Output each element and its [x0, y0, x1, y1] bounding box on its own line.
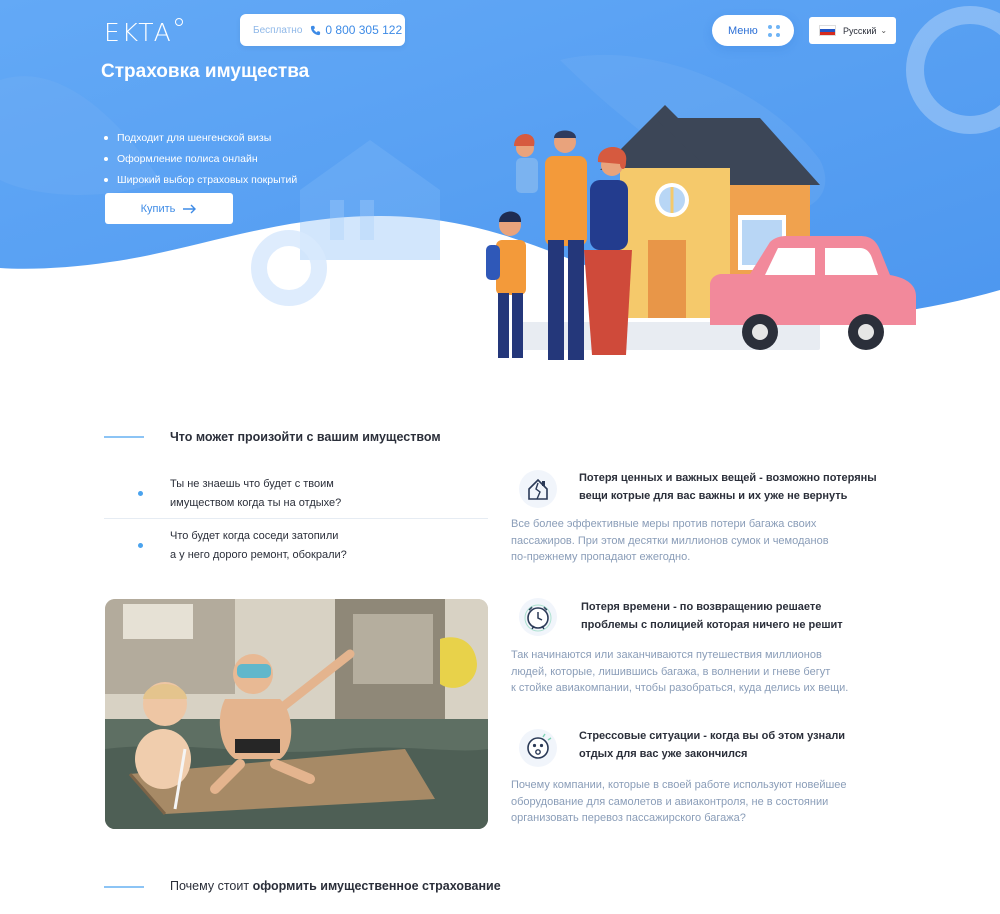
feature-item: Оформление полиса онлайн	[104, 148, 297, 169]
bullet-dot	[138, 491, 143, 496]
risk-desc-line: Почему компании, которые в своей работе …	[511, 779, 847, 791]
risk-item: Потеря ценных и важных вещей - возможно …	[511, 467, 896, 572]
risk-item: Потеря времени - по возвращению решаете …	[511, 597, 896, 702]
menu-button[interactable]: Меню	[712, 15, 794, 46]
language-select[interactable]: Русский ⌄	[809, 17, 896, 44]
buy-button[interactable]: Купить	[105, 193, 233, 224]
section-title-prefix: Почему стоит	[170, 879, 253, 893]
stressed-face-icon	[519, 729, 557, 767]
chevron-down-icon: ⌄	[880, 26, 888, 35]
risk-desc-line: Так начинаются или заканчиваются путешес…	[511, 649, 822, 661]
phone-icon	[311, 25, 321, 35]
question-line: имуществом когда ты на отдыхе?	[170, 497, 342, 509]
risk-desc-line: оборудование для самолетов и авиаконтрол…	[511, 795, 829, 808]
buy-button-label: Купить	[140, 202, 176, 215]
divider	[104, 518, 488, 519]
page-title: Страховка имущества	[101, 61, 310, 82]
question-line: а у него дорого ремонт, обокрали?	[170, 549, 347, 561]
risk-title-line: Стрессовые ситуации - когда вы об этом у…	[579, 730, 846, 742]
question-item: Что будет когда соседи затопили а у него…	[104, 526, 488, 571]
question-line: Что будет когда соседи затопили	[170, 530, 339, 542]
menu-label: Меню	[728, 24, 758, 37]
section-title: Почему стоит оформить имущественное стра…	[170, 879, 501, 893]
phone-button[interactable]: Бесплатно 0 800 305 122	[240, 14, 405, 46]
menu-grid-icon	[767, 24, 780, 37]
section-title-bold: оформить имущественное страхование	[252, 879, 501, 893]
family-house-car-illustration	[486, 105, 916, 360]
feature-list: Подходит для шенгенской визы Оформление …	[104, 127, 297, 190]
feature-item: Подходит для шенгенской визы	[104, 127, 297, 148]
logo-text: EKTA	[104, 18, 173, 47]
logo[interactable]: EKTA	[104, 18, 183, 47]
phone-number: 0 800 305 122	[325, 23, 403, 37]
bullet-dot	[138, 543, 143, 548]
risk-title-line: вещи котрые для вас важны и их уже не ве…	[579, 490, 848, 502]
arrow-right-icon	[183, 204, 197, 213]
risk-title-line: Потеря времени - по возвращению решаете	[581, 601, 822, 613]
section-accent-line	[104, 886, 144, 888]
risk-desc-line: по-прежнему пропадают ежегодно.	[511, 551, 691, 563]
risk-title-line: проблемы с полицией которая ничего не ре…	[581, 619, 843, 631]
risk-desc-line: Все более эффективные меры против потери…	[511, 518, 817, 530]
risk-desc-line: к стойке авиакомпании, чтобы разобраться…	[511, 682, 849, 694]
risk-desc-line: организовать перевоз пассажирского багаж…	[511, 812, 746, 824]
russia-flag-icon	[819, 25, 836, 36]
alarm-clock-icon	[519, 598, 557, 636]
risk-item: Стрессовые ситуации - когда вы об этом у…	[511, 727, 896, 832]
question-item: Ты не знаешь что будет с твоим имущество…	[104, 473, 488, 518]
question-line: Ты не знаешь что будет с твоим	[170, 478, 334, 490]
broken-house-icon	[519, 470, 557, 508]
section-title: Что может произойти с вашим имуществом	[170, 430, 441, 444]
language-label: Русский	[843, 25, 877, 36]
logo-ring-icon	[174, 18, 183, 26]
risk-title-line: отдых для вас уже закончился	[579, 748, 748, 760]
feature-item: Широкий выбор страховых покрытий	[104, 169, 297, 190]
section-accent-line	[104, 436, 144, 438]
phone-free-label: Бесплатно	[253, 24, 303, 36]
risk-desc-line: пассажиров. При этом десятки миллионов с…	[511, 534, 829, 547]
risk-desc-line: людей, которые, лишившись багажа, в волн…	[511, 665, 831, 678]
flooded-room-photo	[105, 599, 488, 829]
risk-title-line: Потеря ценных и важных вещей - возможно …	[579, 472, 877, 484]
